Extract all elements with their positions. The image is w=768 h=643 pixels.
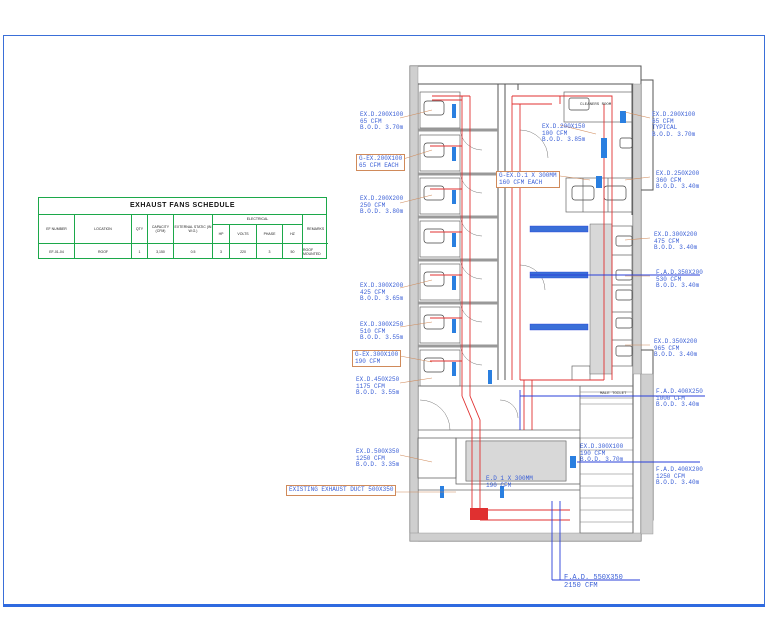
- room-label-cleaners: CLEANERS ROOM: [580, 103, 612, 107]
- label-r3: EX.D.300X200 475 CFM B.O.D. 3.40m: [654, 231, 698, 251]
- schedule-header-electrical: ELECTRICAL: [213, 214, 303, 224]
- label-l7: EX.D.450X250 1175 CFM B.O.D. 3.55m: [356, 376, 400, 396]
- label-c2: G-EX.D.1 X 300MM 160 CFM EACH: [496, 171, 560, 188]
- label-l6: G-EX.300X100 190 CFM: [352, 350, 402, 367]
- schedule-sub-phase: PHASE: [257, 224, 283, 243]
- schedule-header-remarks: REMARKS: [306, 226, 325, 231]
- schedule-sub-hp: HP: [213, 224, 230, 243]
- label-c4: E.D 1 X 300MM 190 CFM: [486, 475, 533, 489]
- schedule-cell: 3: [213, 243, 230, 259]
- schedule-cell: ROOF: [75, 243, 132, 259]
- schedule-header-static: EXTERNAL STATIC (IN W.G.): [174, 214, 213, 243]
- label-l8: EX.D.500X350 1250 CFM B.O.D. 3.35m: [356, 448, 400, 468]
- exhaust-fan-marker: [470, 508, 488, 520]
- label-l3: EX.D.200X200 250 CFM B.O.D. 3.80m: [360, 195, 404, 215]
- schedule-cell: 50: [283, 243, 303, 259]
- schedule-cell: 3,150: [148, 243, 174, 259]
- label-r1: EX.D.200X100 65 CFM TYPICAL B.O.D. 3.70m: [652, 111, 696, 138]
- label-c3: EX.D.300X100 190 CFM B.O.D. 3.70m: [580, 443, 624, 463]
- schedule-title: EXHAUST FANS SCHEDULE: [39, 198, 326, 215]
- schedule-header-ef-number: EF NUMBER: [39, 214, 75, 243]
- schedule-header-capacity: CAPACITY (CFM): [148, 214, 174, 243]
- label-l4: EX.D.300X200 425 CFM B.O.D. 3.65m: [360, 282, 404, 302]
- label-l2: G-EX.200X100 65 CFM EACH: [356, 154, 406, 171]
- label-r7: F.A.D.400X200 1250 CFM B.O.D. 3.40m: [656, 466, 703, 486]
- schedule-cell: ROOF MOUNTED: [303, 243, 328, 259]
- schedule-cell: 220: [230, 243, 257, 259]
- schedule-header-qty: QTY: [132, 214, 148, 243]
- schedule-sub-hz: HZ: [283, 224, 303, 243]
- schedule-cell: EF-01-04: [39, 243, 75, 259]
- label-r5: EX.D.350X200 965 CFM B.O.D. 3.40m: [654, 338, 698, 358]
- label-c1: EX.D.200X150 100 CFM B.O.D. 3.85m: [542, 123, 586, 143]
- label-r2: EX.D.250X200 360 CFM B.O.D. 3.40m: [656, 170, 700, 190]
- schedule-cell: 3: [257, 243, 283, 259]
- label-r6: F.A.D.400X250 1000 CFM B.O.D. 3.40m: [656, 388, 703, 408]
- schedule-cell: 1: [132, 243, 148, 259]
- label-l1: EX.D.200X100 65 CFM B.O.D. 3.70m: [360, 111, 404, 131]
- schedule-cell: 0.5: [174, 243, 213, 259]
- schedule-sub-volts: VOLTS: [230, 224, 257, 243]
- label-l5: EX.D.300X250 510 CFM B.O.D. 3.55m: [360, 321, 404, 341]
- label-r4: F.A.D.350X200 530 CFM B.O.D. 3.40m: [656, 269, 703, 289]
- room-label-male-toilet: MALE TOILET: [600, 392, 627, 396]
- label-existing-duct: EXISTING EXHAUST DUCT 500X350: [286, 485, 397, 496]
- exhaust-fans-schedule: EXHAUST FANS SCHEDULE EF NUMBER LOCATION…: [38, 197, 328, 259]
- schedule-header-location: LOCATION: [75, 214, 132, 243]
- label-bottom-fad: F.A.D. 550X350 2150 CFM: [564, 574, 623, 590]
